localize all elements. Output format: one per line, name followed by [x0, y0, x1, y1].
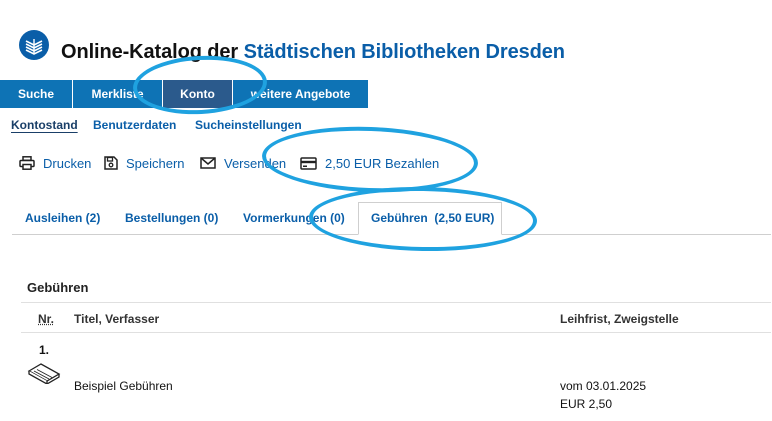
print-label: Drucken — [43, 155, 92, 171]
item-amount: EUR 2,50 — [560, 397, 613, 411]
book-icon — [27, 363, 61, 384]
floppy-disk-icon — [104, 156, 118, 170]
title-prefix: Online-Katalog der — [61, 41, 244, 63]
divider — [21, 302, 771, 303]
section-title: Gebühren — [27, 280, 89, 295]
save-button[interactable]: Speichern — [104, 154, 185, 172]
column-header-nr[interactable]: Nr. — [38, 312, 54, 326]
main-nav: Suche Merkliste Konto weitere Angebote — [0, 80, 369, 108]
column-header-title[interactable]: Titel, Verfasser — [74, 312, 159, 326]
send-label: Versenden — [224, 155, 287, 171]
row-number: 1. — [39, 343, 50, 357]
item-title: Beispiel Gebühren — [74, 379, 173, 393]
credit-card-icon — [300, 156, 317, 170]
print-button[interactable]: Drucken — [19, 154, 91, 172]
item-date: vom 03.01.2025 — [560, 379, 647, 393]
printer-icon — [19, 156, 35, 170]
nav-item-merkliste[interactable]: Merkliste — [73, 80, 163, 108]
subnav-item-kontostand[interactable]: Kontostand — [11, 118, 78, 132]
divider — [21, 332, 771, 333]
pay-button[interactable]: 2,50 EUR Bezahlen — [300, 154, 439, 172]
tab-gebuehren[interactable]: Gebühren (2,50 EUR) — [371, 211, 494, 225]
column-header-due[interactable]: Leihfrist, Zweigstelle — [560, 312, 679, 326]
tab-ausleihen[interactable]: Ausleihen (2) — [25, 211, 100, 225]
save-label: Speichern — [126, 155, 185, 171]
page-title: Online-Katalog der Städtischen Bibliothe… — [61, 41, 565, 64]
tab-vormerkungen[interactable]: Vormerkungen (0) — [243, 211, 345, 225]
title-library-name: Städtischen Bibliotheken Dresden — [243, 41, 565, 63]
tab-bestellungen[interactable]: Bestellungen (0) — [125, 211, 218, 225]
send-button[interactable]: Versenden — [200, 154, 286, 172]
subnav-item-sucheinstellungen[interactable]: Sucheinstellungen — [195, 118, 302, 132]
nav-item-konto[interactable]: Konto — [163, 80, 233, 108]
envelope-icon — [200, 157, 216, 169]
nav-item-weitere-angebote[interactable]: weitere Angebote — [233, 80, 369, 108]
nav-item-suche[interactable]: Suche — [0, 80, 73, 108]
subnav-item-benutzerdaten[interactable]: Benutzerdaten — [93, 118, 176, 132]
pay-label: 2,50 EUR Bezahlen — [325, 155, 440, 171]
library-logo-icon — [19, 30, 49, 60]
